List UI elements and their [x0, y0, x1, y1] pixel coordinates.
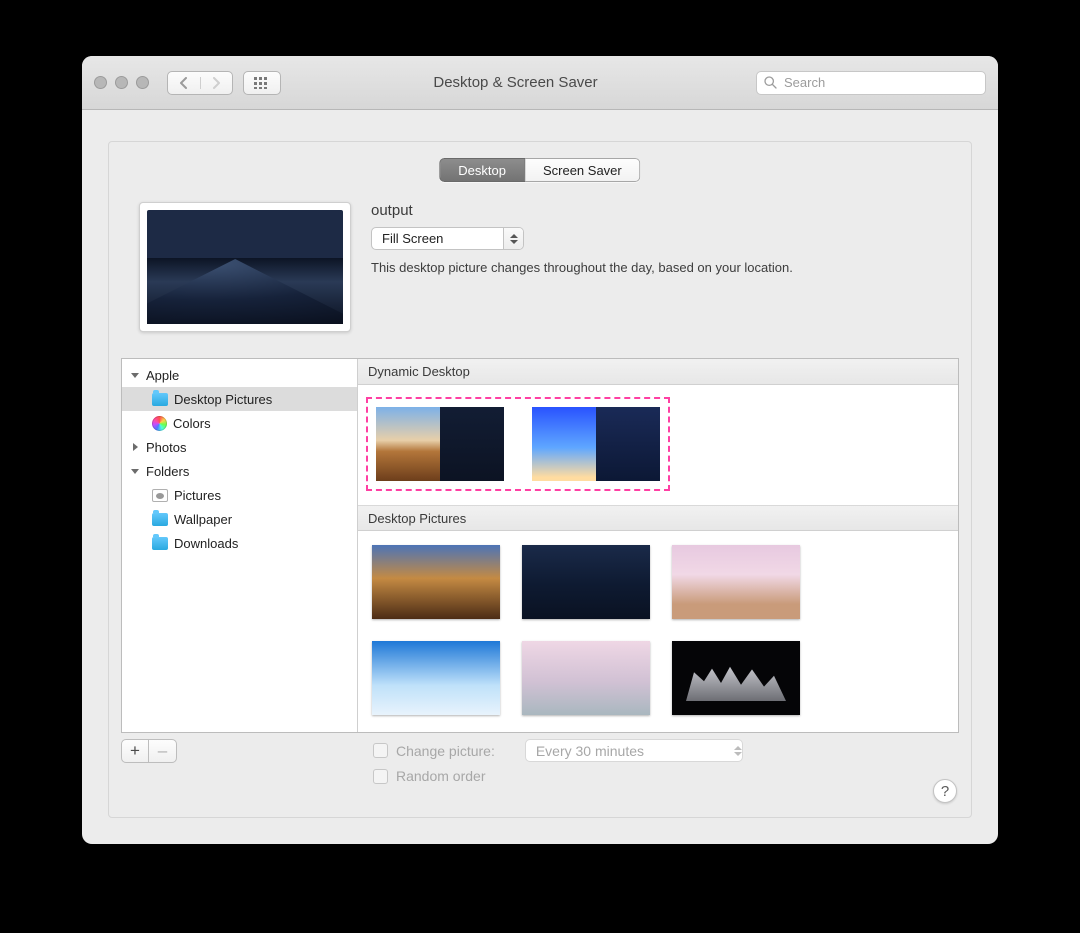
disclosure-down-icon [130, 467, 140, 475]
wallpaper-name: output [371, 202, 947, 219]
wallpaper-thumb[interactable] [672, 641, 800, 715]
stepper-icon [503, 227, 523, 250]
sidebar-label: Colors [173, 416, 211, 431]
nav-back-forward[interactable] [167, 71, 233, 95]
change-picture-label: Change picture: [396, 743, 495, 759]
sidebar-item-photos[interactable]: Photos [122, 435, 357, 459]
change-interval-select[interactable]: Every 30 minutes [525, 739, 743, 762]
stepper-icon [734, 746, 742, 756]
wallpaper-thumb[interactable] [522, 545, 650, 619]
source-browser: Apple Desktop Pictures Colors Photos Fol… [121, 358, 959, 733]
sidebar-label: Photos [146, 440, 186, 455]
fill-mode-value: Fill Screen [372, 231, 503, 246]
search-field[interactable] [756, 71, 986, 95]
random-order-checkbox[interactable] [373, 769, 388, 784]
bottom-bar: + – Change picture: Every 30 minutes Ran… [121, 739, 959, 795]
window-title: Desktop & Screen Saver [291, 74, 746, 91]
dynamic-half-night [440, 407, 504, 481]
tab-screensaver[interactable]: Screen Saver [525, 158, 641, 182]
help-button[interactable]: ? [933, 779, 957, 803]
prefs-window: Desktop & Screen Saver Desktop Screen Sa… [82, 56, 998, 844]
folder-icon [152, 393, 168, 406]
folder-icon [152, 537, 168, 550]
source-sidebar: Apple Desktop Pictures Colors Photos Fol… [122, 359, 358, 732]
disclosure-down-icon [130, 371, 140, 379]
show-all-button[interactable] [243, 71, 281, 95]
random-order-label: Random order [396, 768, 486, 784]
search-icon [764, 76, 777, 89]
sidebar-item-apple[interactable]: Apple [122, 363, 357, 387]
close-dot[interactable] [94, 76, 107, 89]
window-controls [94, 76, 149, 89]
wallpaper-thumb[interactable] [522, 641, 650, 715]
search-input[interactable] [782, 74, 978, 91]
change-picture-row: Change picture: Every 30 minutes [373, 739, 743, 762]
dynamic-half-day [532, 407, 596, 481]
tab-desktop[interactable]: Desktop [439, 158, 525, 182]
minimize-dot[interactable] [115, 76, 128, 89]
sidebar-label: Pictures [174, 488, 221, 503]
pictures-icon [152, 489, 168, 502]
zoom-dot[interactable] [136, 76, 149, 89]
sidebar-label: Folders [146, 464, 189, 479]
grid-icon [254, 77, 270, 89]
color-wheel-icon [152, 416, 167, 431]
back-button[interactable] [168, 77, 201, 89]
wallpaper-thumb[interactable] [372, 641, 500, 715]
thumbnail-grid: Dynamic Desktop Desktop Pictures [358, 359, 958, 732]
wallpaper-thumb[interactable] [372, 545, 500, 619]
sidebar-label: Wallpaper [174, 512, 232, 527]
sidebar-item-desktop-pictures[interactable]: Desktop Pictures [122, 387, 357, 411]
wallpaper-hint: This desktop picture changes throughout … [371, 260, 947, 275]
tab-group: Desktop Screen Saver [439, 158, 640, 182]
dynamic-desktop-row [358, 385, 958, 505]
sidebar-label: Apple [146, 368, 179, 383]
dynamic-thumb-solar[interactable] [532, 407, 660, 481]
dynamic-highlight [366, 397, 670, 491]
section-header-desktop-pictures: Desktop Pictures [358, 505, 958, 531]
current-wallpaper-preview [139, 202, 351, 332]
forward-button[interactable] [201, 77, 233, 89]
sidebar-label: Downloads [174, 536, 238, 551]
change-picture-checkbox[interactable] [373, 743, 388, 758]
dynamic-half-day [376, 407, 440, 481]
sidebar-label: Desktop Pictures [174, 392, 272, 407]
sidebar-item-wallpaper[interactable]: Wallpaper [122, 507, 357, 531]
sidebar-item-folders[interactable]: Folders [122, 459, 357, 483]
wallpaper-info: output Fill Screen This desktop picture … [371, 202, 947, 275]
add-folder-button[interactable]: + [121, 739, 149, 763]
wallpaper-thumb[interactable] [672, 545, 800, 619]
sidebar-item-downloads[interactable]: Downloads [122, 531, 357, 555]
sidebar-item-colors[interactable]: Colors [122, 411, 357, 435]
fill-mode-select[interactable]: Fill Screen [371, 227, 524, 250]
sidebar-item-pictures[interactable]: Pictures [122, 483, 357, 507]
titlebar: Desktop & Screen Saver [82, 56, 998, 110]
folder-icon [152, 513, 168, 526]
content-frame: Desktop Screen Saver output Fill Screen … [108, 141, 972, 818]
dynamic-half-night [596, 407, 660, 481]
change-picture-options: Change picture: Every 30 minutes Random … [373, 739, 743, 784]
preview-image [147, 210, 343, 324]
add-remove-group: + – [121, 739, 177, 763]
disclosure-right-icon [130, 443, 140, 451]
change-interval-value: Every 30 minutes [526, 743, 734, 759]
desktop-pictures-grid [358, 531, 958, 732]
random-order-row: Random order [373, 768, 743, 784]
remove-folder-button[interactable]: – [149, 739, 177, 763]
section-header-dynamic: Dynamic Desktop [358, 359, 958, 385]
dynamic-thumb-mojave[interactable] [376, 407, 504, 481]
